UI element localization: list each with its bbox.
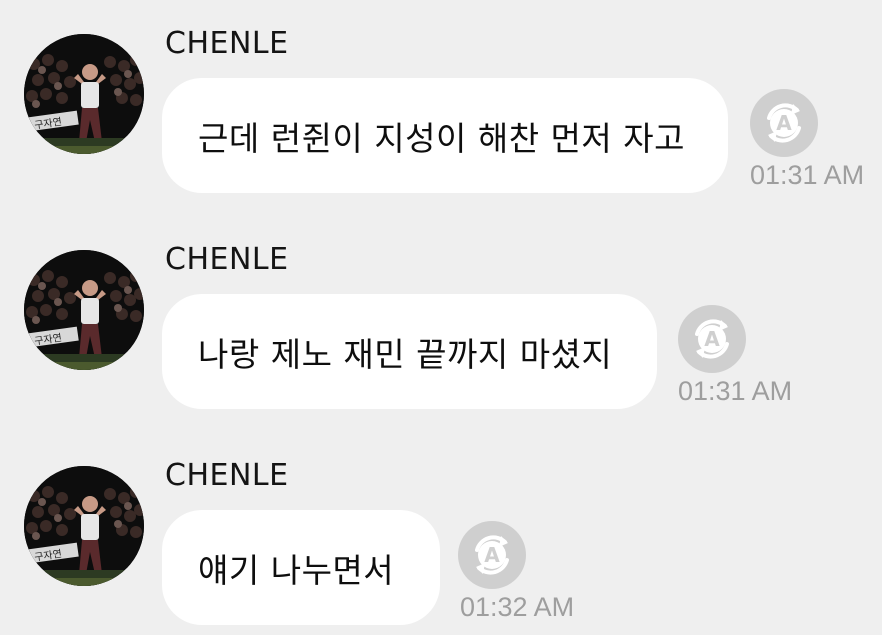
message-timestamp: 01:32 AM — [460, 592, 575, 622]
message-text: 나랑 제노 재민 끝까지 마셨지 — [198, 334, 613, 374]
message-text: 얘기 나누면서 — [198, 550, 395, 590]
sender-name: CHENLE — [165, 26, 289, 61]
avatar[interactable] — [24, 34, 144, 154]
chat-message: CHENLE 얘기 나누면서 01:32 AM — [0, 432, 882, 632]
message-bubble[interactable]: 나랑 제노 재민 끝까지 마셨지 — [162, 294, 657, 409]
profile-photo-icon — [24, 466, 144, 586]
message-timestamp: 01:31 AM — [678, 376, 793, 406]
auto-translate-icon[interactable] — [749, 88, 819, 158]
message-bubble[interactable]: 근데 런쥔이 지성이 해찬 먼저 자고 — [162, 78, 728, 193]
avatar[interactable] — [24, 250, 144, 370]
sender-name: CHENLE — [165, 242, 289, 277]
message-bubble[interactable]: 얘기 나누면서 — [162, 510, 440, 625]
profile-photo-icon — [24, 34, 144, 154]
sender-name: CHENLE — [165, 458, 289, 493]
chat-message: CHENLE 나랑 제노 재민 끝까지 마셨지 01:31 AM — [0, 216, 882, 416]
auto-translate-icon[interactable] — [677, 304, 747, 374]
message-timestamp: 01:31 AM — [750, 160, 865, 190]
auto-translate-icon[interactable] — [457, 520, 527, 590]
profile-photo-icon — [24, 250, 144, 370]
chat-message: CHENLE 근데 런쥔이 지성이 해찬 먼저 자고 01:31 AM — [0, 0, 882, 200]
message-text: 근데 런쥔이 지성이 해찬 먼저 자고 — [198, 118, 685, 158]
avatar[interactable] — [24, 466, 144, 586]
